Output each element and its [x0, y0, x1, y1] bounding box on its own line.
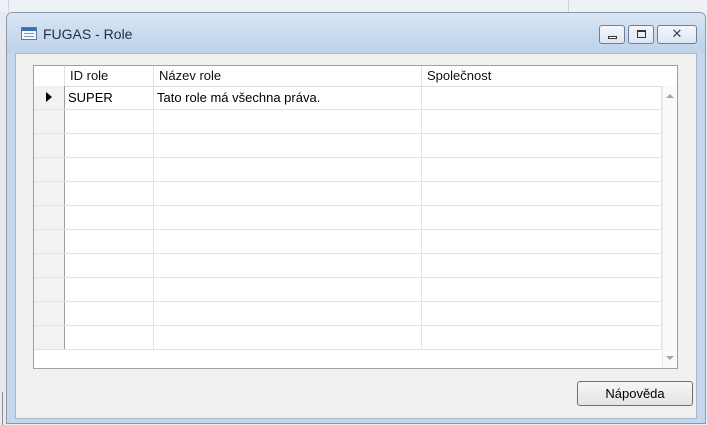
row-selector[interactable] — [34, 134, 65, 157]
cell-id-role[interactable] — [65, 182, 154, 205]
table-row[interactable] — [34, 206, 662, 230]
cell-company[interactable] — [422, 182, 662, 205]
cell-id-role[interactable] — [65, 326, 154, 349]
cell-role-name[interactable] — [154, 230, 422, 253]
cell-company[interactable] — [422, 134, 662, 157]
cell-role-name[interactable] — [154, 110, 422, 133]
cell-id-role[interactable] — [65, 110, 154, 133]
table-row[interactable] — [34, 182, 662, 206]
cell-company[interactable] — [422, 326, 662, 349]
maximize-icon — [637, 30, 646, 38]
cell-company[interactable] — [422, 302, 662, 325]
title-bar[interactable]: FUGAS - Role ✕ — [7, 13, 705, 53]
cell-role-name[interactable] — [154, 278, 422, 301]
cell-id-role[interactable] — [65, 254, 154, 277]
cell-company[interactable] — [422, 230, 662, 253]
role-window: FUGAS - Role ✕ ID role Název role Společ… — [6, 12, 706, 424]
table-row[interactable] — [34, 326, 662, 350]
cell-company[interactable] — [422, 86, 662, 109]
close-icon: ✕ — [671, 27, 683, 42]
table-row[interactable] — [34, 254, 662, 278]
column-header-id-role[interactable]: ID role — [65, 66, 154, 86]
row-selector[interactable] — [34, 158, 65, 181]
column-header-company[interactable]: Společnost — [422, 66, 677, 86]
row-selector[interactable] — [34, 230, 65, 253]
close-button[interactable]: ✕ — [657, 25, 697, 44]
cell-role-name[interactable] — [154, 302, 422, 325]
row-selector[interactable] — [34, 206, 65, 229]
table-row[interactable] — [34, 302, 662, 326]
cell-id-role[interactable] — [65, 230, 154, 253]
background-window-edge — [0, 0, 707, 12]
table-row[interactable] — [34, 110, 662, 134]
cell-role-name[interactable] — [154, 158, 422, 181]
row-selector[interactable] — [34, 326, 65, 349]
cell-company[interactable] — [422, 278, 662, 301]
row-selector[interactable] — [34, 254, 65, 277]
table-row[interactable] — [34, 158, 662, 182]
cell-id-role[interactable]: SUPER — [65, 86, 154, 109]
current-row-arrow-icon — [46, 92, 52, 102]
table-window-icon — [21, 27, 37, 40]
table-header: ID role Název role Společnost — [34, 66, 677, 87]
background-gridline — [8, 0, 9, 12]
roles-table: ID role Název role Společnost SUPER Tato … — [33, 65, 678, 369]
column-header-role-name[interactable]: Název role — [154, 66, 422, 86]
table-row[interactable] — [34, 230, 662, 254]
cell-role-name[interactable] — [154, 206, 422, 229]
window-controls: ✕ — [596, 25, 697, 45]
cell-role-name[interactable] — [154, 254, 422, 277]
row-selector[interactable] — [34, 110, 65, 133]
cell-role-name[interactable] — [154, 134, 422, 157]
window-client-area: ID role Název role Společnost SUPER Tato … — [15, 53, 697, 419]
row-selector[interactable] — [34, 302, 65, 325]
row-selector-header[interactable] — [34, 66, 65, 86]
cell-company[interactable] — [422, 110, 662, 133]
cell-id-role[interactable] — [65, 206, 154, 229]
table-row[interactable] — [34, 134, 662, 158]
cell-id-role[interactable] — [65, 278, 154, 301]
cell-role-name[interactable]: Tato role má všechna práva. — [154, 86, 422, 109]
table-row[interactable] — [34, 278, 662, 302]
cell-id-role[interactable] — [65, 302, 154, 325]
vertical-scrollbar[interactable] — [662, 86, 677, 368]
cell-company[interactable] — [422, 254, 662, 277]
scroll-down-arrow-icon[interactable] — [666, 356, 674, 360]
maximize-button[interactable] — [628, 25, 654, 44]
window-title: FUGAS - Role — [43, 26, 133, 42]
cell-company[interactable] — [422, 158, 662, 181]
cell-role-name[interactable] — [154, 182, 422, 205]
cell-company[interactable] — [422, 206, 662, 229]
background-gridline — [568, 0, 569, 12]
scroll-up-arrow-icon[interactable] — [666, 94, 674, 98]
table-row[interactable]: SUPER Tato role má všechna práva. — [34, 86, 662, 110]
cell-role-name[interactable] — [154, 326, 422, 349]
row-selector[interactable] — [34, 278, 65, 301]
minimize-button[interactable] — [599, 25, 625, 44]
background-gridline — [2, 392, 3, 425]
row-selector[interactable] — [34, 86, 65, 109]
minimize-icon — [608, 36, 617, 39]
row-selector[interactable] — [34, 182, 65, 205]
help-button[interactable]: Nápověda — [577, 381, 693, 406]
cell-id-role[interactable] — [65, 158, 154, 181]
cell-id-role[interactable] — [65, 134, 154, 157]
